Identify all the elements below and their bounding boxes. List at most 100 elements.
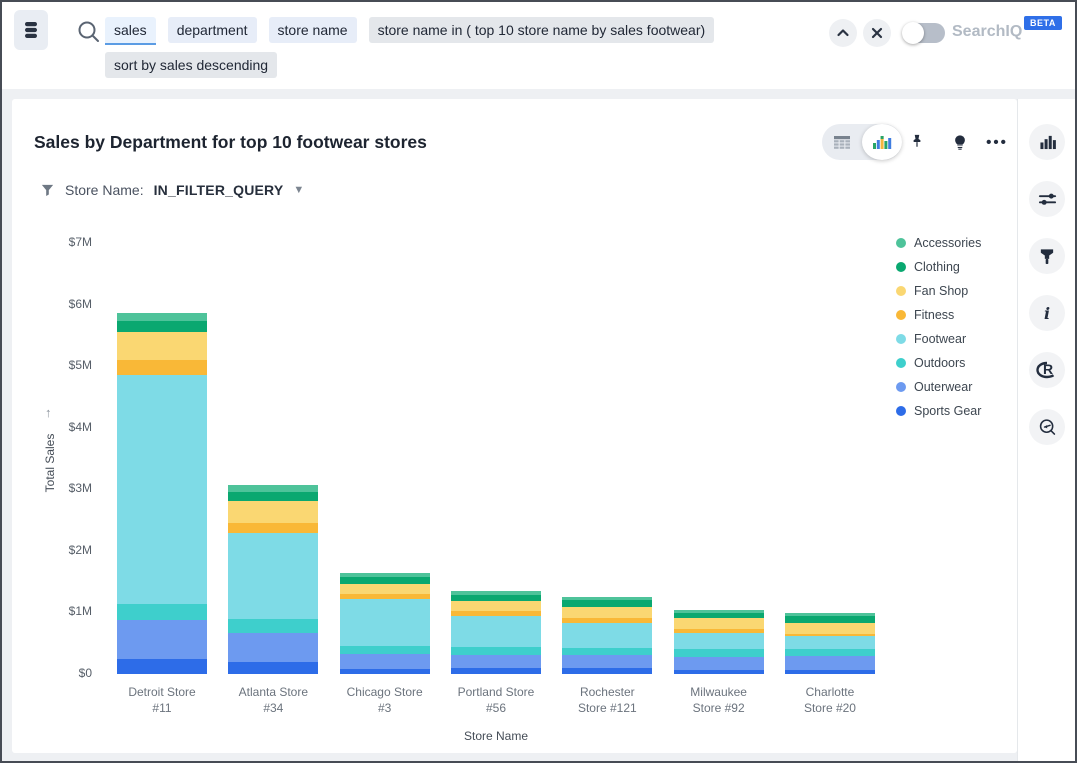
bar-segment-outerwear[interactable] <box>228 633 318 662</box>
legend-item[interactable]: Accessories <box>896 231 981 255</box>
searchiq-label: SearchIQ <box>952 23 1022 41</box>
legend-label: Fan Shop <box>914 284 968 298</box>
bar-segment-clothing[interactable] <box>785 616 875 623</box>
bar-segment-outdoors[interactable] <box>785 649 875 656</box>
bar-segment-fan-shop[interactable] <box>451 601 541 611</box>
bar-segment-fan-shop[interactable] <box>674 618 764 629</box>
lightbulb-icon <box>951 133 969 152</box>
bar-segment-sports-gear[interactable] <box>228 662 318 674</box>
legend-swatch <box>896 382 906 392</box>
right-sidebar: i R <box>1017 99 1075 761</box>
bar-segment-sports-gear[interactable] <box>562 668 652 674</box>
bar-segment-fitness[interactable] <box>340 594 430 599</box>
info-button[interactable]: i <box>1029 295 1065 331</box>
searchiq-toggle[interactable] <box>903 23 945 43</box>
view-mode-segmented-control <box>822 124 902 160</box>
bar-segment-accessories[interactable] <box>785 613 875 616</box>
bar-segment-fan-shop[interactable] <box>785 623 875 634</box>
bar-segment-sports-gear[interactable] <box>117 659 207 674</box>
legend-item[interactable]: Sports Gear <box>896 399 981 423</box>
bar-segment-accessories[interactable] <box>451 591 541 595</box>
bar-segment-outdoors[interactable] <box>674 649 764 656</box>
legend-item[interactable]: Fitness <box>896 303 981 327</box>
bar-segment-outdoors[interactable] <box>562 648 652 655</box>
x-axis-category-label: MilwaukeeStore #92 <box>659 684 779 716</box>
legend-item[interactable]: Footwear <box>896 327 981 351</box>
search-query-tokens[interactable]: sales department store name store name in (… <box>105 17 805 87</box>
bar-segment-fitness[interactable] <box>674 629 764 633</box>
beta-badge: BETA <box>1024 16 1062 30</box>
legend-swatch <box>896 358 906 368</box>
insights-button[interactable] <box>942 124 978 160</box>
close-icon <box>871 27 883 39</box>
chart-view-button[interactable] <box>862 124 902 160</box>
bar-segment-fan-shop[interactable] <box>228 501 318 523</box>
bar-segment-fitness[interactable] <box>562 618 652 623</box>
legend-item[interactable]: Outdoors <box>896 351 981 375</box>
bar-segment-footwear[interactable] <box>674 633 764 649</box>
ellipsis-icon: ••• <box>986 134 1008 151</box>
legend-item[interactable]: Fan Shop <box>896 279 981 303</box>
bar-segment-outdoors[interactable] <box>228 619 318 633</box>
chart-type-button[interactable] <box>1029 124 1065 160</box>
bar-segment-clothing[interactable] <box>674 613 764 618</box>
bar-segment-fan-shop[interactable] <box>562 607 652 618</box>
bar-segment-footwear[interactable] <box>340 599 430 646</box>
bar-segment-accessories[interactable] <box>340 573 430 577</box>
search-token[interactable]: department <box>168 17 257 43</box>
r-analysis-button[interactable]: R <box>1029 352 1065 388</box>
bar-segment-footwear[interactable] <box>562 623 652 648</box>
bar-segment-clothing[interactable] <box>562 600 652 607</box>
search-token[interactable]: store name in ( top 10 store name by sal… <box>369 17 715 43</box>
bar-segment-accessories[interactable] <box>117 313 207 321</box>
search-insight-button[interactable] <box>1029 409 1065 445</box>
bar-segment-outdoors[interactable] <box>451 647 541 655</box>
bar-segment-outdoors[interactable] <box>117 604 207 620</box>
bar-segment-fitness[interactable] <box>228 523 318 533</box>
bar-segment-outerwear[interactable] <box>785 656 875 670</box>
table-view-button[interactable] <box>822 124 862 160</box>
pin-button[interactable] <box>899 124 935 160</box>
bar-segment-sports-gear[interactable] <box>674 670 764 674</box>
bar-segment-outerwear[interactable] <box>562 655 652 668</box>
bar-segment-sports-gear[interactable] <box>785 670 875 674</box>
search-token[interactable]: sales <box>105 17 156 43</box>
bar-segment-clothing[interactable] <box>228 492 318 501</box>
bar-segment-fan-shop[interactable] <box>340 584 430 594</box>
bar-segment-footwear[interactable] <box>228 533 318 619</box>
bar-segment-footwear[interactable] <box>785 636 875 648</box>
legend-item[interactable]: Clothing <box>896 255 981 279</box>
collapse-search-button[interactable] <box>829 19 857 47</box>
bar-segment-fitness[interactable] <box>117 360 207 375</box>
clear-search-button[interactable] <box>863 19 891 47</box>
configure-chart-button[interactable] <box>1029 181 1065 217</box>
bar-segment-sports-gear[interactable] <box>340 669 430 674</box>
bar-segment-accessories[interactable] <box>228 485 318 492</box>
bar-segment-clothing[interactable] <box>340 577 430 584</box>
style-button[interactable] <box>1029 238 1065 274</box>
bar-segment-sports-gear[interactable] <box>451 668 541 674</box>
bar-segment-outerwear[interactable] <box>117 620 207 659</box>
toggle-knob <box>902 22 924 44</box>
bar-segment-outerwear[interactable] <box>451 655 541 669</box>
legend-swatch <box>896 262 906 272</box>
bar-segment-fitness[interactable] <box>785 634 875 636</box>
filter-row[interactable]: Store Name: IN_FILTER_QUERY ▼ <box>40 182 304 198</box>
bar-segment-accessories[interactable] <box>674 610 764 613</box>
pin-icon <box>908 133 926 151</box>
bar-segment-footwear[interactable] <box>117 375 207 605</box>
bar-segment-outdoors[interactable] <box>340 646 430 654</box>
search-token[interactable]: sort by sales descending <box>105 52 277 78</box>
bar-segment-footwear[interactable] <box>451 616 541 647</box>
legend-item[interactable]: Outerwear <box>896 375 981 399</box>
bar-segment-clothing[interactable] <box>117 321 207 332</box>
data-source-button[interactable] <box>14 10 48 50</box>
bar-segment-accessories[interactable] <box>562 597 652 600</box>
bar-segment-fan-shop[interactable] <box>117 332 207 360</box>
more-options-button[interactable]: ••• <box>979 124 1015 160</box>
bar-segment-outerwear[interactable] <box>340 654 430 669</box>
search-token[interactable]: store name <box>269 17 357 43</box>
bar-segment-outerwear[interactable] <box>674 657 764 670</box>
bar-segment-fitness[interactable] <box>451 611 541 616</box>
bar-segment-clothing[interactable] <box>451 595 541 601</box>
